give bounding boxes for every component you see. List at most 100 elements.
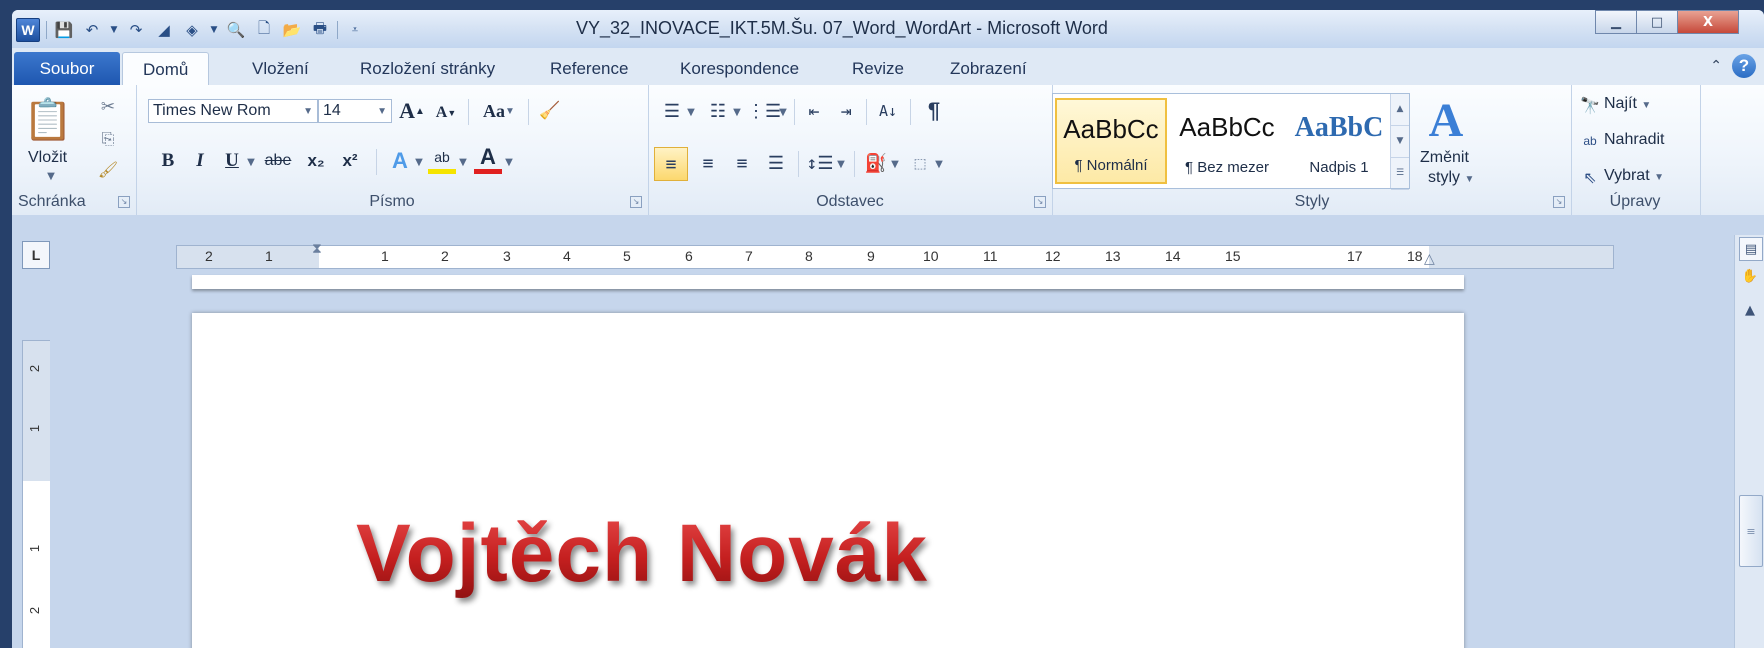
dropdown-icon[interactable]: ▼	[209, 19, 219, 41]
style-no-spacing[interactable]: AaBbCc ¶ Bez mezer	[1171, 98, 1283, 184]
font-name-combo[interactable]: Times New Rom ▼	[148, 99, 318, 123]
align-right-icon[interactable]: ≡	[728, 149, 756, 177]
gallery-down-icon[interactable]: ▼	[1391, 126, 1409, 158]
shapes-icon[interactable]: ◈	[181, 19, 203, 41]
tab-mailings[interactable]: Korespondence	[676, 52, 803, 85]
underline-button[interactable]: U	[218, 147, 246, 175]
undo-icon[interactable]: ↶	[81, 19, 103, 41]
paste-dropdown-icon[interactable]: ▼	[46, 171, 56, 182]
left-indent-marker-icon[interactable]: ⧗	[312, 241, 322, 257]
clear-formatting-icon[interactable]: 🧹	[536, 97, 564, 125]
select-button[interactable]: Vybrat ▼	[1604, 167, 1664, 185]
justify-icon[interactable]: ☰	[762, 149, 790, 177]
styles-launcher-icon[interactable]: ↘	[1553, 196, 1565, 208]
grow-font-button[interactable]: A ▲	[398, 97, 426, 125]
view-ruler-icon[interactable]: ▤	[1739, 237, 1763, 261]
styles-gallery-scroll[interactable]: ▲ ▼ ☰	[1390, 94, 1409, 190]
font-launcher-icon[interactable]: ↘	[630, 196, 642, 208]
highlight-dropdown-icon[interactable]: ▼	[458, 157, 468, 168]
numbering-icon[interactable]: ☷	[704, 97, 732, 125]
print-icon[interactable]: 🖶	[309, 19, 331, 41]
shading-icon[interactable]: ⛽	[862, 149, 890, 177]
right-indent-marker-icon[interactable]: △	[1424, 251, 1435, 267]
tab-references[interactable]: Reference	[546, 52, 632, 85]
borders-dropdown-icon[interactable]: ▼	[934, 159, 944, 170]
gallery-up-icon[interactable]: ▲	[1391, 94, 1409, 126]
numbering-dropdown-icon[interactable]: ▼	[732, 107, 742, 118]
scroll-thumb[interactable]: ≡	[1739, 495, 1763, 567]
print-preview-icon[interactable]: 🔍	[225, 19, 247, 41]
font-color-dropdown-icon[interactable]: ▼	[504, 157, 514, 168]
sort-icon[interactable]: A↓	[874, 97, 902, 125]
clipboard-launcher-icon[interactable]: ↘	[118, 196, 130, 208]
line-spacing-icon[interactable]: ↕☰	[806, 149, 834, 177]
paragraph-launcher-icon[interactable]: ↘	[1034, 196, 1046, 208]
customize-qat-icon[interactable]: ⩡	[344, 19, 366, 41]
document-page[interactable]: Vojtěch Novák	[192, 313, 1464, 648]
wordart-text[interactable]: Vojtěch Novák	[356, 507, 928, 601]
shading-dropdown-icon[interactable]: ▼	[890, 159, 900, 170]
tab-review[interactable]: Revize	[848, 52, 908, 85]
paste-button[interactable]: Vložit	[28, 149, 67, 167]
tab-file[interactable]: Soubor	[14, 52, 120, 85]
new-document-icon[interactable]: 🗋	[253, 19, 275, 41]
style-normal[interactable]: AaBbCc ¶ Normální	[1055, 98, 1167, 184]
bold-button[interactable]: B	[154, 147, 182, 175]
increase-indent-icon[interactable]: ⇥	[832, 97, 860, 125]
multilevel-list-icon[interactable]: ⋮☰	[747, 97, 781, 125]
gallery-more-icon[interactable]: ☰	[1391, 158, 1409, 190]
bullets-icon[interactable]: ☰	[658, 97, 686, 125]
italic-button[interactable]: I	[186, 147, 214, 175]
borders-icon[interactable]: ⬚	[906, 149, 934, 177]
minimize-button[interactable]: ▁	[1595, 10, 1637, 34]
tab-view[interactable]: Zobrazení	[946, 52, 1031, 85]
maximize-button[interactable]: □	[1636, 10, 1678, 34]
open-folder-icon[interactable]: 📂	[281, 19, 303, 41]
tab-insert[interactable]: Vložení	[248, 52, 313, 85]
align-center-icon[interactable]: ≡	[694, 149, 722, 177]
format-icon[interactable]: ◢	[153, 19, 175, 41]
group-label-font: Písmo	[369, 193, 415, 210]
replace-button[interactable]: Nahradit	[1604, 131, 1664, 149]
change-styles-button[interactable]: Změnit	[1420, 149, 1469, 167]
text-effects-dropdown-icon[interactable]: ▼	[414, 157, 424, 168]
format-painter-icon[interactable]: 🖌	[96, 157, 120, 181]
vertical-ruler[interactable]: 2 1 1 2	[22, 340, 52, 648]
scroll-up-icon[interactable]: ▲	[1739, 299, 1761, 321]
tab-selector[interactable]: L	[22, 241, 50, 269]
change-case-button[interactable]: Aa ▼	[476, 97, 522, 125]
highlight-button[interactable]: ab	[428, 145, 456, 174]
close-button[interactable]: X	[1677, 10, 1739, 34]
underline-dropdown-icon[interactable]: ▼	[246, 157, 256, 168]
word-app-icon[interactable]: W	[16, 18, 40, 42]
minimize-ribbon-icon[interactable]: ⌃	[1710, 58, 1722, 74]
horizontal-ruler[interactable]: 2 1 1 2 3 4 5 6 7 8 9 10 11 12 13 14 15 …	[176, 245, 1614, 269]
cut-icon[interactable]: ✂	[96, 95, 120, 119]
show-formatting-button[interactable]: ¶	[920, 97, 948, 125]
text-effects-button[interactable]: A	[386, 147, 414, 175]
change-styles-icon[interactable]: A	[1418, 94, 1474, 147]
multilevel-dropdown-icon[interactable]: ▼	[778, 107, 788, 118]
tab-home[interactable]: Domů	[122, 52, 210, 87]
help-icon[interactable]: ?	[1732, 54, 1756, 78]
font-size-combo[interactable]: 14 ▼	[318, 99, 392, 123]
vertical-scrollbar[interactable]: ▤ ✋ ▲ ≡	[1734, 235, 1764, 648]
redo-icon[interactable]: ↷	[125, 19, 147, 41]
strikethrough-button[interactable]: abe	[258, 147, 298, 175]
paste-icon[interactable]: 📋	[23, 91, 73, 147]
bullets-dropdown-icon[interactable]: ▼	[686, 107, 696, 118]
superscript-button[interactable]: x²	[336, 147, 364, 175]
tab-page-layout[interactable]: Rozložení stránky	[356, 52, 499, 85]
line-spacing-dropdown-icon[interactable]: ▼	[836, 159, 846, 170]
hand-icon[interactable]: ✋	[1739, 265, 1761, 287]
decrease-indent-icon[interactable]: ⇤	[800, 97, 828, 125]
shrink-font-button[interactable]: A ▼	[432, 99, 460, 127]
copy-icon[interactable]: ⎘	[96, 127, 120, 151]
find-button[interactable]: Najít ▼	[1604, 95, 1651, 113]
subscript-button[interactable]: x₂	[302, 147, 330, 175]
dropdown-icon[interactable]: ▼	[109, 19, 119, 41]
align-left-icon[interactable]: ≡	[654, 147, 688, 181]
style-heading-1[interactable]: AaBbC Nadpis 1	[1287, 98, 1391, 184]
save-icon[interactable]: 💾	[53, 19, 75, 41]
font-color-button[interactable]: A	[474, 144, 502, 174]
